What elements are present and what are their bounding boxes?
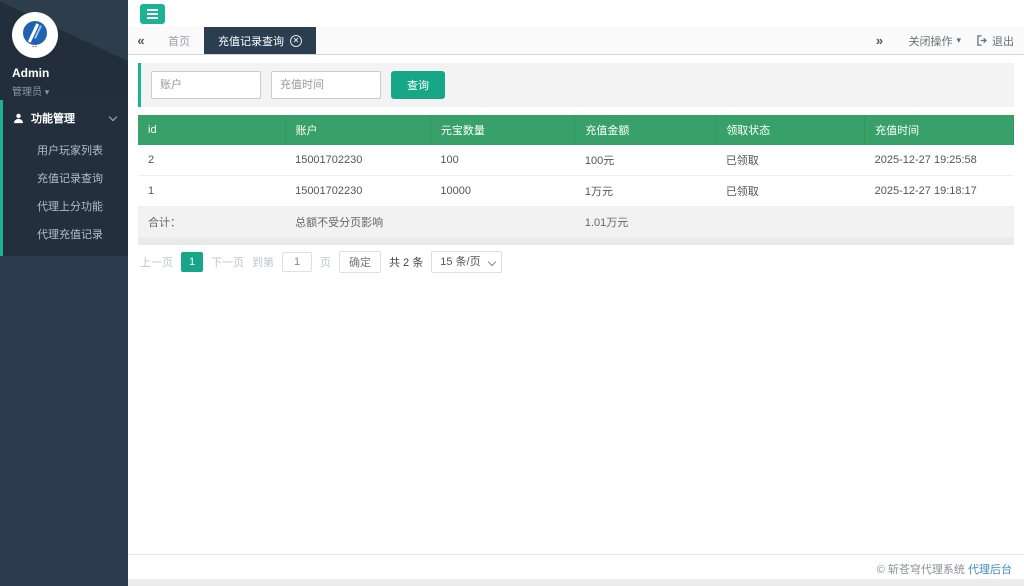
summary-label: 合计：	[138, 206, 286, 238]
col-claim-status: 领取状态	[715, 115, 866, 145]
account-input[interactable]	[151, 71, 261, 99]
col-account: 账户	[285, 115, 431, 145]
search-panel: 查询	[138, 63, 1014, 107]
query-button[interactable]: 查询	[391, 71, 445, 99]
sidebar-item-agent-recharge[interactable]: 代理充值记录	[3, 220, 128, 248]
sidebar-item-agent-credit[interactable]: 代理上分功能	[3, 192, 128, 220]
col-id: id	[138, 115, 286, 145]
page-size-select[interactable]: 15 条/页	[431, 251, 503, 273]
table-row: 2 15001702230 100 100元 已领取 2025-12-27 19…	[138, 145, 1014, 176]
chevron-down-icon	[108, 112, 118, 121]
tab-home[interactable]: 首页	[154, 27, 204, 54]
agent-backend-link[interactable]: 代理后台	[968, 564, 1012, 576]
copyright-text: © 斩苍穹代理系统	[876, 564, 965, 576]
close-operations-dropdown[interactable]: 关闭操作 ▾	[908, 33, 961, 49]
current-page-button[interactable]: 1	[181, 252, 203, 272]
sidebar-item-player-list[interactable]: 用户玩家列表	[3, 136, 128, 164]
goto-page-input[interactable]	[282, 252, 312, 272]
table-horizontal-scrollbar[interactable]	[138, 238, 1014, 245]
logo-emblem-icon	[23, 20, 47, 45]
tabs-scroll-right-icon[interactable]: »	[866, 33, 892, 48]
logout-button[interactable]: 退出	[977, 33, 1014, 49]
goto-suffix-label: 页	[320, 257, 331, 269]
user-role-dropdown[interactable]: 管理员 ▾	[12, 83, 128, 98]
menu-function-management[interactable]: 功能管理	[3, 100, 128, 136]
sidebar-menu: 功能管理 用户玩家列表 充值记录查询 代理上分功能 代理充值记录	[0, 100, 128, 256]
user-icon	[13, 113, 24, 123]
prev-page-button[interactable]: 上一页	[140, 254, 173, 270]
pagination-bar: 上一页 1 下一页 到第 页 确定 共 2 条 15 条/页	[138, 245, 1014, 279]
total-count-label: 共 2 条	[389, 257, 424, 269]
footer: © 斩苍穹代理系统 代理后台	[128, 554, 1024, 579]
tabs-scroll-left-icon[interactable]: «	[128, 27, 154, 54]
summary-row: 合计： 总额不受分页影响 1.01万元	[138, 206, 1014, 238]
top-navbar	[128, 0, 1024, 27]
user-name: Admin	[12, 66, 50, 80]
caret-down-icon: ▾	[44, 87, 50, 97]
recharge-time-input[interactable]	[271, 71, 381, 99]
sidebar-header: ▪▪ Admin 管理员 ▾	[0, 0, 128, 100]
summary-note: 总额不受分页影响	[285, 206, 431, 238]
goto-prefix-label: 到第	[252, 257, 274, 269]
logout-icon	[977, 35, 987, 46]
content-empty-space	[128, 279, 1024, 554]
col-ingot-amount: 元宝数量	[430, 115, 576, 145]
sidebar: ▪▪ Admin 管理员 ▾ 功能管理 用户玩家列表 充值记录查询 代理上分功能…	[0, 0, 128, 586]
caret-down-icon: ▾	[956, 35, 961, 45]
next-page-button[interactable]: 下一页	[211, 254, 244, 270]
tab-recharge-query[interactable]: 充值记录查询 ✕	[204, 27, 316, 54]
status-claimed: 已领取	[715, 145, 865, 176]
status-claimed: 已领取	[715, 175, 865, 207]
main-area: « 首页 充值记录查询 ✕ » 关闭操作▾ 退出 查询	[128, 0, 1024, 586]
page-size-wrap: 15 条/页	[431, 251, 503, 273]
sidebar-item-recharge-query[interactable]: 充值记录查询	[3, 164, 128, 192]
bottom-strip	[128, 579, 1024, 586]
table-header-row: id 账户 元宝数量 充值金额 领取状态 充值时间	[138, 115, 1014, 145]
tab-close-icon[interactable]: ✕	[290, 34, 302, 47]
recharge-table: id 账户 元宝数量 充值金额 领取状态 充值时间 2 15001702230 …	[138, 115, 1014, 238]
col-recharge-amount: 充值金额	[574, 115, 717, 145]
col-recharge-time: 充值时间	[864, 115, 1014, 145]
app-logo: ▪▪	[12, 12, 58, 58]
summary-amount: 1.01万元	[574, 206, 716, 238]
table-row: 1 15001702230 10000 1万元 已领取 2025-12-27 1…	[138, 175, 1014, 207]
tab-bar: « 首页 充值记录查询 ✕ » 关闭操作 ▾ 退出	[128, 27, 1024, 55]
content-panel: 查询 id 账户 元宝数量 充值金额 领取状态 充值时间 2	[128, 55, 1024, 279]
sidebar-toggle-button[interactable]	[140, 3, 165, 24]
confirm-page-button[interactable]: 确定	[339, 251, 381, 273]
logo-marks: ▪▪	[32, 43, 38, 50]
